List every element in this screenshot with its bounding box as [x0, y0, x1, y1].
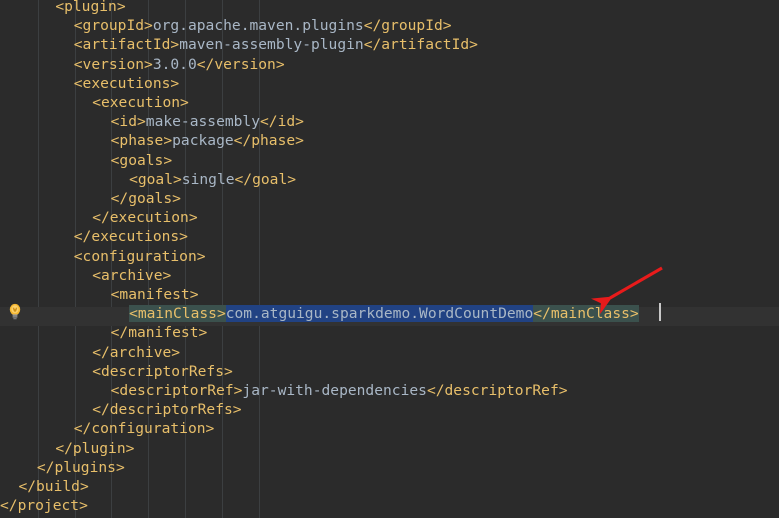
code-line[interactable]: <plugin>: [55, 0, 125, 16]
xml-tag: </id>: [260, 113, 304, 131]
xml-tag: </execution>: [92, 209, 198, 227]
code-line[interactable]: </plugin>: [55, 439, 134, 458]
xml-tag: </phase>: [233, 132, 304, 150]
xml-tag: </manifest>: [110, 324, 208, 342]
code-line[interactable]: <goals>: [111, 151, 173, 170]
selected-text: com.atguigu.sparkdemo.WordCountDemo: [225, 305, 534, 323]
xml-tag: </goal>: [234, 170, 297, 188]
xml-tag: <descriptorRefs>: [92, 362, 233, 380]
code-line[interactable]: </plugins>: [37, 458, 125, 477]
code-line[interactable]: <groupId>org.apache.maven.plugins</group…: [74, 16, 452, 35]
xml-tag: <execution>: [92, 94, 189, 111]
xml-text: jar-with-dependencies: [242, 382, 427, 399]
xml-text: maven-assembly-plugin: [179, 36, 364, 54]
xml-tag: </goals>: [110, 190, 181, 207]
xml-tag: </configuration>: [73, 420, 215, 438]
code-line[interactable]: </executions>: [74, 227, 188, 246]
xml-tag: <phase>: [110, 132, 173, 150]
code-line[interactable]: <phase>package</phase>: [111, 131, 304, 150]
xml-text: package: [172, 132, 234, 150]
xml-tag: <archive>: [92, 266, 172, 284]
xml-tag: <plugin>: [55, 0, 126, 15]
code-line[interactable]: <version>3.0.0</version>: [74, 55, 285, 74]
xml-tag: </version>: [196, 55, 285, 73]
xml-tag: <goals>: [110, 151, 173, 169]
code-line[interactable]: <descriptorRefs>: [92, 362, 233, 381]
xml-tag: <id>: [110, 113, 146, 131]
xml-tag: </archive>: [92, 343, 181, 361]
xml-text: make-assembly: [145, 113, 261, 131]
xml-text: org.apache.maven.plugins: [152, 17, 364, 35]
code-line[interactable]: <executions>: [74, 74, 179, 93]
code-line[interactable]: </execution>: [92, 208, 197, 227]
xml-tag: </groupId>: [363, 17, 452, 35]
code-line[interactable]: </build>: [18, 477, 88, 496]
code-line[interactable]: </archive>: [92, 343, 180, 362]
xml-tag: <artifactId>: [73, 36, 180, 54]
xml-text: single: [181, 170, 235, 188]
xml-tag: </build>: [18, 478, 89, 495]
xml-tag: </plugins>: [36, 458, 125, 476]
xml-tag: <goal>: [129, 170, 182, 188]
code-line[interactable]: <archive>: [92, 266, 171, 285]
code-line[interactable]: <descriptorRef>jar-with-dependencies</de…: [111, 381, 568, 400]
xml-tag: <manifest>: [110, 286, 199, 303]
xml-tag: <configuration>: [73, 247, 206, 265]
code-line[interactable]: <execution>: [92, 93, 189, 112]
code-line[interactable]: <goal>single</goal>: [129, 170, 296, 189]
matched-tag: <mainClass>: [129, 305, 226, 323]
xml-tag: </descriptorRefs>: [92, 401, 242, 419]
code-line[interactable]: </project>: [0, 496, 88, 515]
xml-tag: <executions>: [73, 74, 180, 92]
xml-tag: <version>: [73, 55, 153, 73]
xml-tag: <descriptorRef>: [110, 382, 243, 399]
code-line[interactable]: <id>make-assembly</id>: [111, 112, 304, 131]
xml-tag: </artifactId>: [363, 36, 478, 54]
code-editor[interactable]: <plugin> <groupId>org.apache.maven.plugin…: [0, 0, 779, 518]
matched-tag: </mainClass>: [533, 305, 639, 323]
code-line[interactable]: </configuration>: [74, 419, 215, 438]
xml-tag: <groupId>: [73, 17, 153, 35]
code-line[interactable]: </goals>: [111, 189, 181, 208]
code-line[interactable]: <artifactId>maven-assembly-plugin</artif…: [74, 35, 478, 54]
code-text-area[interactable]: <plugin> <groupId>org.apache.maven.plugin…: [0, 0, 779, 518]
xml-tag: </project>: [0, 497, 88, 515]
xml-tag: </plugin>: [55, 439, 135, 457]
code-line[interactable]: </descriptorRefs>: [92, 400, 241, 419]
code-line[interactable]: <manifest>: [111, 285, 199, 304]
xml-tag: </executions>: [73, 228, 188, 246]
xml-text: 3.0.0: [152, 55, 197, 73]
code-line[interactable]: <mainClass>com.atguigu.sparkdemo.WordCou…: [129, 304, 639, 323]
code-line[interactable]: </manifest>: [111, 323, 208, 342]
xml-tag: </descriptorRef>: [426, 382, 568, 399]
code-line[interactable]: <configuration>: [74, 247, 206, 266]
